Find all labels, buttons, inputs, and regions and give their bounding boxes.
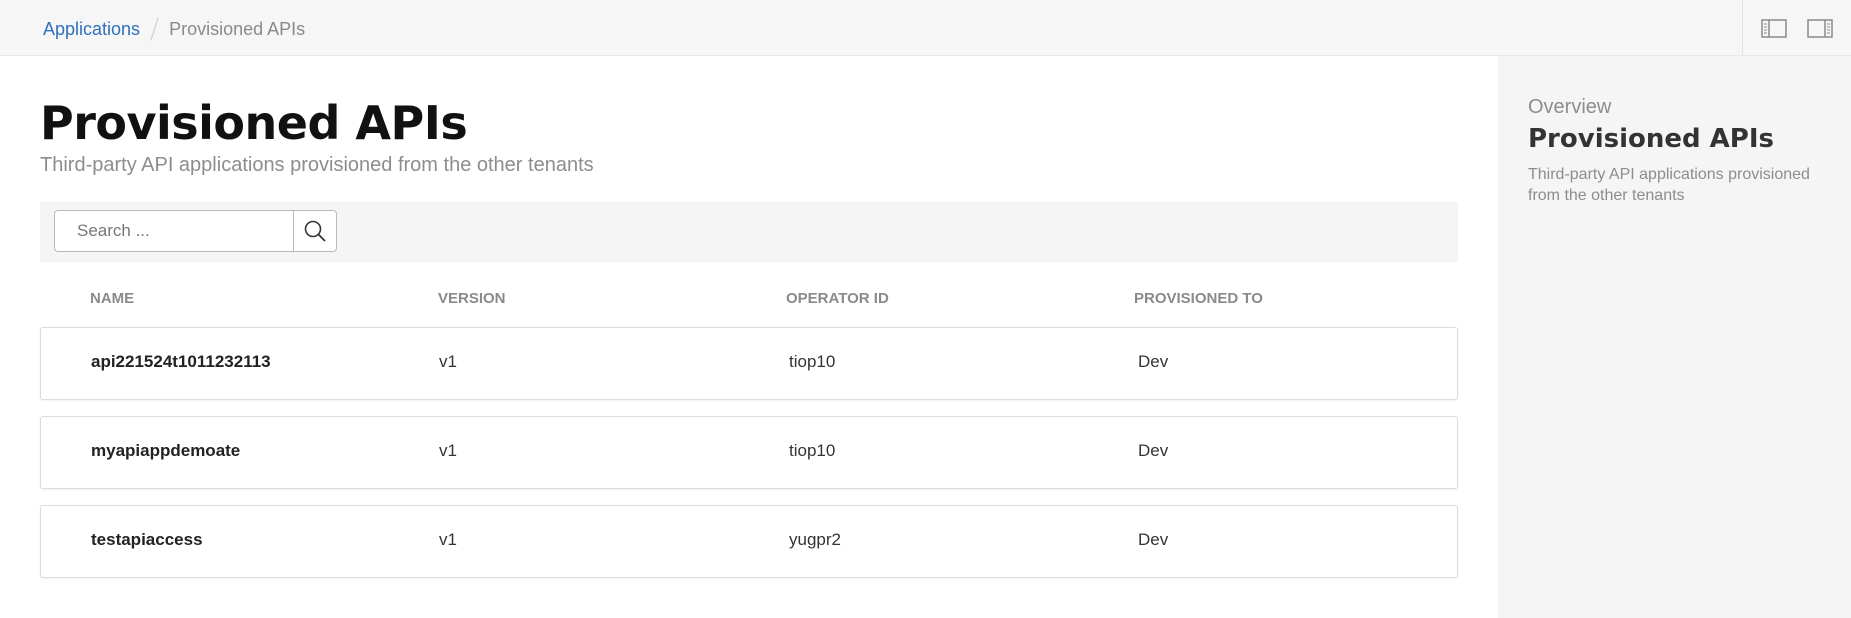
sidebar-right-icon[interactable] bbox=[1807, 17, 1833, 39]
cell-operator-id: yugpr2 bbox=[789, 530, 841, 549]
column-header-operator-id[interactable]: OPERATOR ID bbox=[786, 290, 889, 307]
main-content: Provisioned APIs Third-party API applica… bbox=[0, 56, 1498, 618]
breadcrumb-applications-link[interactable]: Applications bbox=[43, 19, 140, 40]
table-row[interactable]: myapiappdemoate v1 tiop10 Dev bbox=[40, 416, 1458, 489]
cell-version: v1 bbox=[439, 441, 457, 460]
layout-toggle-group bbox=[1742, 0, 1851, 55]
column-header-provisioned-to[interactable]: PROVISIONED TO bbox=[1134, 290, 1263, 307]
page-title: Provisioned APIs bbox=[40, 96, 468, 150]
breadcrumb-current: Provisioned APIs bbox=[169, 18, 306, 39]
page-subtitle: Third-party API applications provisioned… bbox=[40, 154, 594, 176]
cell-provisioned-to: Dev bbox=[1138, 352, 1169, 371]
column-header-name[interactable]: NAME bbox=[90, 290, 134, 307]
overview-panel: Overview Provisioned APIs Third-party AP… bbox=[1498, 56, 1851, 618]
table-row[interactable]: testapiaccess v1 yugpr2 Dev bbox=[40, 505, 1458, 578]
cell-version: v1 bbox=[439, 352, 457, 371]
cell-provisioned-to: Dev bbox=[1138, 441, 1169, 460]
search-button[interactable] bbox=[293, 210, 337, 252]
sidebar-left-icon[interactable] bbox=[1761, 17, 1787, 39]
table-row[interactable]: api221524t1011232113 v1 tiop10 Dev bbox=[40, 327, 1458, 400]
breadcrumb: Applications Provisioned APIs bbox=[43, 17, 305, 41]
overview-description: Third-party API applications provisioned… bbox=[1528, 166, 1810, 204]
top-bar: Applications Provisioned APIs bbox=[0, 0, 1851, 56]
filter-bar bbox=[40, 202, 1458, 262]
cell-name: api221524t1011232113 bbox=[91, 352, 271, 371]
overview-overline: Overview bbox=[1528, 96, 1612, 118]
cell-provisioned-to: Dev bbox=[1138, 530, 1169, 549]
breadcrumb-separator bbox=[150, 17, 159, 41]
search-input[interactable] bbox=[54, 210, 294, 252]
search-icon bbox=[304, 220, 326, 242]
cell-version: v1 bbox=[439, 530, 457, 549]
cell-operator-id: tiop10 bbox=[789, 441, 836, 460]
overview-title: Provisioned APIs bbox=[1528, 124, 1774, 154]
table-header: NAME VERSION OPERATOR ID PROVISIONED TO bbox=[40, 286, 1458, 316]
cell-name: testapiaccess bbox=[91, 530, 203, 549]
cell-name: myapiappdemoate bbox=[91, 441, 241, 460]
column-header-version[interactable]: VERSION bbox=[438, 290, 506, 307]
cell-operator-id: tiop10 bbox=[789, 352, 836, 371]
